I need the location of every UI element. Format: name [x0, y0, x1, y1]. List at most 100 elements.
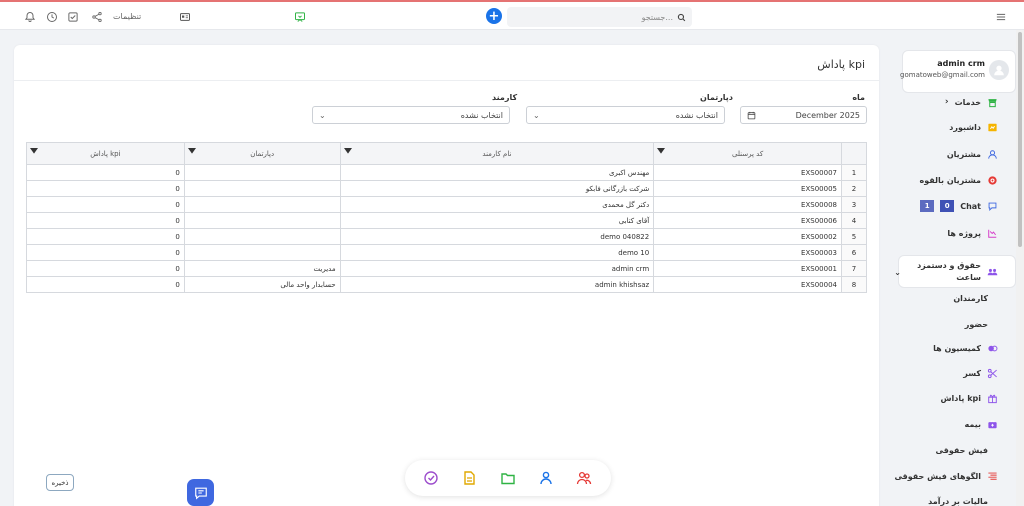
- employee-name-cell[interactable]: demo 040822: [339, 228, 655, 245]
- employee-name-cell[interactable]: admin khishsaz: [339, 276, 655, 293]
- table-row[interactable]: 0 مهندس اکبری EXS00007 1: [26, 164, 868, 181]
- department-cell[interactable]: [183, 212, 341, 229]
- sidebar-item-deductions[interactable]: کسر: [894, 364, 1014, 382]
- bell-icon[interactable]: [24, 10, 36, 24]
- kpi-cell[interactable]: 0: [26, 212, 185, 229]
- kpi-cell[interactable]: 0: [26, 276, 185, 293]
- search-icon: [677, 13, 686, 21]
- add-button[interactable]: +: [486, 8, 502, 24]
- employee-name-cell[interactable]: آقای کتابی: [339, 212, 655, 229]
- sidebar-item-payslip-templates[interactable]: الگوهای فیش حقوقی: [894, 467, 1014, 485]
- column-header[interactable]: نام کارمند: [339, 142, 655, 165]
- department-cell[interactable]: [183, 228, 341, 245]
- department-cell[interactable]: [183, 164, 341, 181]
- employee-name-cell[interactable]: مهندس اکبری: [339, 164, 655, 181]
- sidebar-item-services[interactable]: › خدمات: [894, 93, 1014, 111]
- table-row[interactable]: 0 دکتر گل محمدی EXS00008 3: [26, 196, 868, 213]
- search-placeholder: جستجو...: [641, 12, 673, 22]
- employee-name-cell[interactable]: admin crm: [339, 260, 655, 277]
- page-scrollbar[interactable]: [1016, 30, 1024, 506]
- table-row[interactable]: 0 مدیریت admin crm EXS00001 7: [26, 260, 868, 277]
- table-row[interactable]: 0 شرکت بازرگانی فابکو EXS00005 2: [26, 180, 868, 197]
- sidebar-item-dashboard[interactable]: داشبورد: [894, 118, 1014, 136]
- personnel-code-cell[interactable]: EXS00001: [653, 260, 842, 277]
- filter-icon[interactable]: [343, 148, 352, 156]
- menu-icon[interactable]: [995, 10, 1007, 24]
- check-circle-icon[interactable]: [423, 470, 439, 486]
- department-cell[interactable]: [183, 196, 341, 213]
- kpi-cell[interactable]: 0: [26, 228, 185, 245]
- department-cell[interactable]: حسابدار واحد مالی: [183, 276, 341, 293]
- chat-icon: [988, 202, 997, 211]
- id-card-icon[interactable]: [179, 10, 191, 24]
- sidebar-item-kpi-bonus[interactable]: پاداش kpi: [894, 389, 1014, 407]
- settings-link[interactable]: تنظیمات: [113, 12, 141, 21]
- table-row[interactable]: 0 demo 040822 EXS00002 5: [26, 228, 868, 245]
- users-icon[interactable]: [576, 470, 592, 486]
- table-row[interactable]: 0 حسابدار واحد مالی admin khishsaz EXS00004…: [26, 276, 868, 293]
- sidebar-item-leads[interactable]: مشتریان بالقوه: [894, 171, 1014, 189]
- profile-card[interactable]: admin crm gomatoweb@gmail.com: [900, 50, 1016, 93]
- sidebar-item-chat[interactable]: 1 0 Chat: [894, 197, 1014, 215]
- personnel-code-cell[interactable]: EXS00005: [653, 180, 842, 197]
- chevron-down-icon: ⌄: [533, 110, 540, 120]
- share-icon[interactable]: [91, 10, 103, 24]
- department-select[interactable]: ⌄ انتخاب نشده: [526, 106, 725, 124]
- presentation-icon[interactable]: [294, 10, 306, 24]
- employee-name-cell[interactable]: دکتر گل محمدی: [339, 196, 655, 213]
- employee-select[interactable]: ⌄ انتخاب نشده: [312, 106, 510, 124]
- personnel-code-cell[interactable]: EXS00007: [653, 164, 842, 181]
- scrollbar-thumb[interactable]: [1018, 32, 1022, 247]
- checkbox-icon[interactable]: [67, 10, 79, 24]
- department-cell[interactable]: [183, 244, 341, 261]
- kpi-cell[interactable]: 0: [26, 196, 185, 213]
- clock-icon[interactable]: [46, 10, 58, 24]
- chevron-left-icon: ›: [944, 97, 949, 107]
- user-icon[interactable]: [538, 470, 554, 486]
- top-bar: تنظیمات + جستجو...: [0, 2, 1024, 30]
- employee-label: کارمند: [492, 93, 518, 102]
- personnel-code-cell[interactable]: EXS00002: [653, 228, 842, 245]
- kpi-cell[interactable]: 0: [26, 244, 185, 261]
- sidebar-item-payslip[interactable]: فیش حقوقی: [894, 441, 1014, 459]
- sidebar-item-commissions[interactable]: کمیسیون ها: [894, 339, 1014, 357]
- sidebar-item-income-tax[interactable]: مالیات بر درآمد: [894, 492, 1014, 506]
- department-cell[interactable]: مدیریت: [183, 260, 341, 277]
- sidebar-item-attendance[interactable]: حضور: [894, 315, 1014, 333]
- document-icon[interactable]: [461, 470, 477, 486]
- employee-name-cell[interactable]: شرکت بازرگانی فابکو: [339, 180, 655, 197]
- employee-name-cell[interactable]: demo 10: [339, 244, 655, 261]
- kpi-cell[interactable]: 0: [26, 164, 185, 181]
- kpi-cell[interactable]: 0: [26, 260, 185, 277]
- personnel-code-cell[interactable]: EXS00003: [653, 244, 842, 261]
- sidebar-item-payroll[interactable]: ⌄ حقوق و دستمزد ساعت: [894, 257, 1014, 287]
- gift-icon: [988, 394, 997, 403]
- personnel-code-cell[interactable]: EXS00008: [653, 196, 842, 213]
- column-header[interactable]: دپارتمان: [183, 142, 341, 165]
- column-header[interactable]: پاداش kpi: [26, 142, 185, 165]
- personnel-code-cell[interactable]: EXS00004: [653, 276, 842, 293]
- avatar[interactable]: [989, 60, 1009, 80]
- department-label: دپارتمان: [700, 93, 733, 102]
- filter-icon[interactable]: [187, 148, 196, 156]
- filter-icon[interactable]: [30, 148, 38, 156]
- save-button[interactable]: ذخیره: [46, 474, 74, 491]
- kpi-cell[interactable]: 0: [26, 180, 185, 197]
- table-row[interactable]: 0 آقای کتابی EXS00006 4: [26, 212, 868, 229]
- sidebar-item-projects[interactable]: پروژه ها: [894, 224, 1014, 242]
- table-row[interactable]: 0 demo 10 EXS00003 6: [26, 244, 868, 261]
- search-input[interactable]: جستجو...: [507, 7, 692, 27]
- column-header[interactable]: کد پرسنلی: [653, 142, 842, 165]
- filter-icon[interactable]: [657, 148, 666, 156]
- row-number: 3: [840, 196, 868, 213]
- department-cell[interactable]: [183, 180, 341, 197]
- message-icon: [194, 487, 207, 499]
- sidebar-item-customers[interactable]: مشتریان: [894, 145, 1014, 163]
- chat-fab-button[interactable]: [187, 479, 214, 506]
- folder-icon[interactable]: [500, 470, 516, 486]
- sidebar-item-employees[interactable]: کارمندان: [894, 289, 1014, 307]
- month-picker[interactable]: December 2025: [740, 106, 867, 124]
- personnel-code-cell[interactable]: EXS00006: [653, 212, 842, 229]
- sidebar-item-insurance[interactable]: بیمه: [894, 415, 1014, 433]
- row-number-header: [840, 142, 868, 165]
